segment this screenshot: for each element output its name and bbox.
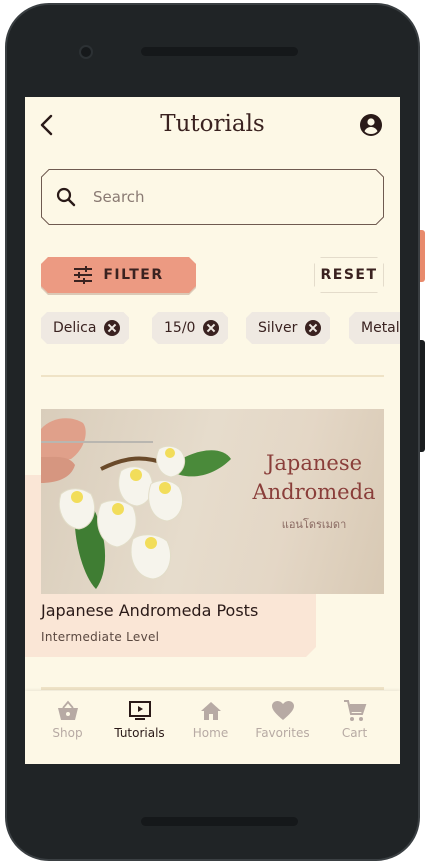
basket-icon	[58, 700, 78, 720]
account-icon[interactable]	[359, 113, 383, 137]
power-button	[420, 230, 425, 282]
card-title[interactable]: Japanese Andromeda Posts	[41, 601, 311, 620]
nav-label: Cart	[341, 726, 368, 740]
image-caption: แอนโดรเมดา	[281, 518, 347, 531]
tutorial-card-image[interactable]: Japanese Andromeda แอนโดรเมดา	[41, 409, 384, 594]
nav-label: Home	[192, 726, 229, 740]
heart-icon	[272, 701, 294, 720]
filter-chip[interactable]: Silver	[246, 312, 330, 344]
image-title-line1: Japanese	[265, 451, 363, 475]
tutorials-icon	[129, 701, 151, 720]
volume-button	[420, 340, 425, 452]
search-icon	[56, 187, 76, 207]
filter-chip[interactable]: 15/0	[152, 312, 228, 344]
nav-label: Favorites	[255, 726, 310, 740]
chip-label: Delica	[53, 320, 97, 336]
nav-item-favorites[interactable]: Favorites	[245, 691, 320, 751]
nav-label: Shop	[52, 726, 83, 740]
tune-icon	[73, 266, 93, 284]
bottom-navigation: Shop Tutorials Home Favorites Cart	[25, 691, 400, 764]
home-bar	[141, 817, 298, 826]
filter-chip[interactable]: Delica	[41, 312, 129, 344]
chip-label: Metal	[361, 320, 400, 336]
nav-item-tutorials[interactable]: Tutorials	[102, 691, 177, 751]
cart-icon	[344, 700, 367, 721]
filter-button[interactable]: FILTER	[41, 257, 196, 293]
filter-chip[interactable]: Metal	[349, 312, 400, 344]
divider	[41, 687, 384, 690]
search-input[interactable]	[93, 187, 363, 207]
chip-close-icon[interactable]	[104, 320, 120, 336]
filter-button-label: FILTER	[103, 267, 164, 283]
image-title: Japanese Andromeda	[239, 449, 384, 507]
nav-item-home[interactable]: Home	[173, 691, 248, 751]
speaker	[141, 47, 298, 56]
page-title: Tutorials	[160, 111, 265, 137]
nav-item-cart[interactable]: Cart	[317, 691, 392, 751]
reset-button[interactable]: RESET	[314, 257, 384, 293]
chip-label: 15/0	[164, 320, 196, 336]
image-title-line2: Andromeda	[252, 480, 376, 504]
app-screen: Tutorials FILTER RESET Delica 15/0	[25, 97, 400, 764]
chip-close-icon[interactable]	[305, 320, 321, 336]
home-icon	[201, 702, 221, 720]
card-subtitle: Intermediate Level	[41, 630, 160, 644]
nav-label: Tutorials	[114, 726, 165, 740]
camera	[79, 45, 93, 59]
chip-close-icon[interactable]	[203, 320, 219, 336]
nav-item-shop[interactable]: Shop	[30, 691, 105, 751]
chip-label: Silver	[258, 320, 298, 336]
divider	[41, 375, 384, 377]
